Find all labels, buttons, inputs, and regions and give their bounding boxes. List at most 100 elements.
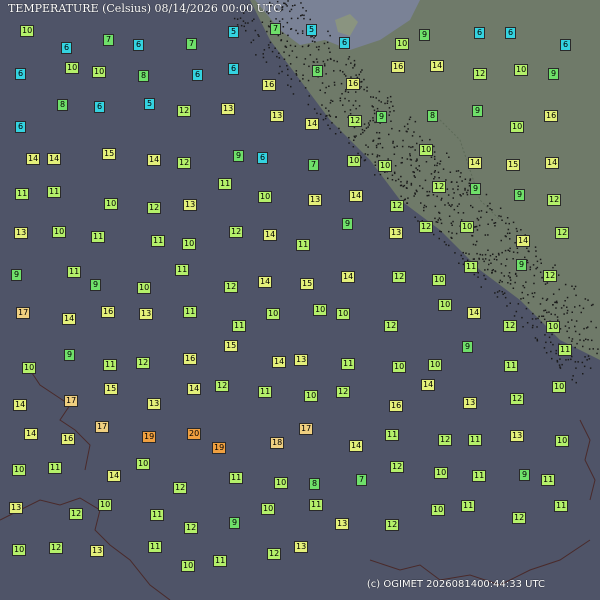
stipple-dot xyxy=(504,249,507,252)
stipple-dot xyxy=(575,367,577,369)
stipple-dot xyxy=(342,104,344,106)
stipple-dot xyxy=(266,30,268,33)
stipple-dot xyxy=(488,263,490,266)
station-temperature: 10 xyxy=(98,499,113,511)
station-temperature: 11 xyxy=(258,386,273,398)
stipple-dot xyxy=(590,320,592,323)
stipple-dot xyxy=(552,343,554,346)
stipple-dot xyxy=(292,93,295,95)
stipple-dot xyxy=(415,167,417,169)
stipple-dot xyxy=(286,40,288,42)
station-temperature: 9 xyxy=(519,469,530,481)
stipple-dot xyxy=(544,309,547,311)
stipple-dot xyxy=(281,32,284,34)
stipple-dot xyxy=(469,179,471,182)
stipple-dot xyxy=(363,129,366,132)
station-temperature: 14 xyxy=(24,428,39,440)
stipple-dot xyxy=(446,188,449,190)
stipple-dot xyxy=(236,18,239,20)
stipple-dot xyxy=(294,4,296,6)
stipple-dot xyxy=(546,282,549,284)
stipple-dot xyxy=(392,142,394,144)
station-temperature: 16 xyxy=(544,110,559,122)
stipple-dot xyxy=(520,298,522,300)
station-temperature: 10 xyxy=(22,362,37,374)
stipple-dot xyxy=(319,89,321,91)
stipple-dot xyxy=(543,309,545,312)
stipple-dot xyxy=(242,20,245,22)
stipple-dot xyxy=(289,10,291,13)
stipple-dot xyxy=(483,260,485,263)
stipple-dot xyxy=(559,367,562,369)
stipple-dot xyxy=(370,96,372,98)
stipple-dot xyxy=(491,272,493,274)
stipple-dot xyxy=(489,202,491,205)
stipple-dot xyxy=(464,189,466,191)
stipple-dot xyxy=(590,304,593,307)
stipple-dot xyxy=(564,283,567,286)
station-temperature: 6 xyxy=(474,27,485,39)
stipple-dot xyxy=(254,29,257,32)
stipple-dot xyxy=(310,36,312,38)
station-temperature: 14 xyxy=(26,153,41,165)
stipple-dot xyxy=(290,85,292,88)
stipple-dot xyxy=(379,142,381,145)
station-temperature: 7 xyxy=(103,34,114,46)
stipple-dot xyxy=(289,63,292,65)
station-temperature: 10 xyxy=(438,299,453,311)
stipple-dot xyxy=(450,205,452,208)
station-temperature: 17 xyxy=(64,395,79,407)
stipple-dot xyxy=(577,361,579,363)
stipple-dot xyxy=(392,140,394,143)
stipple-dot xyxy=(433,151,436,153)
stipple-dot xyxy=(494,292,496,294)
stipple-dot xyxy=(321,82,324,84)
station-temperature: 10 xyxy=(12,464,27,476)
stipple-dot xyxy=(509,283,512,285)
stipple-dot xyxy=(583,365,586,368)
stipple-dot xyxy=(328,47,330,50)
station-temperature: 5 xyxy=(306,24,317,36)
stipple-dot xyxy=(515,227,518,230)
stipple-dot xyxy=(563,313,565,315)
stipple-dot xyxy=(494,222,497,224)
station-temperature: 12 xyxy=(173,482,188,494)
stipple-dot xyxy=(348,56,351,58)
stipple-dot xyxy=(419,135,421,138)
stipple-dot xyxy=(451,224,453,226)
stipple-dot xyxy=(401,145,404,148)
station-temperature: 5 xyxy=(228,26,239,38)
stipple-dot xyxy=(454,252,456,254)
stipple-dot xyxy=(526,247,528,249)
station-temperature: 9 xyxy=(229,517,240,529)
station-temperature: 10 xyxy=(313,304,328,316)
stipple-dot xyxy=(409,158,412,161)
stipple-dot xyxy=(433,171,436,173)
stipple-dot xyxy=(458,262,460,264)
station-temperature: 10 xyxy=(514,64,529,76)
stipple-dot xyxy=(377,137,380,140)
stipple-dot xyxy=(584,298,587,300)
stipple-dot xyxy=(487,234,489,236)
station-temperature: 14 xyxy=(62,313,77,325)
station-temperature: 12 xyxy=(503,320,518,332)
stipple-dot xyxy=(314,41,316,43)
stipple-dot xyxy=(325,107,327,109)
stipple-dot xyxy=(498,254,500,256)
station-temperature: 11 xyxy=(213,555,228,567)
stipple-dot xyxy=(375,97,377,99)
station-temperature: 6 xyxy=(15,121,26,133)
stipple-dot xyxy=(299,80,301,82)
stipple-dot xyxy=(485,193,488,196)
station-temperature: 14 xyxy=(272,356,287,368)
stipple-dot xyxy=(556,316,559,318)
stipple-dot xyxy=(478,210,480,213)
stipple-dot xyxy=(493,222,495,224)
stipple-dot xyxy=(416,158,418,160)
station-temperature: 11 xyxy=(309,499,324,511)
station-temperature: 19 xyxy=(142,431,157,443)
stipple-dot xyxy=(442,168,445,170)
stipple-dot xyxy=(580,311,582,314)
station-temperature: 10 xyxy=(258,191,273,203)
station-temperature: 15 xyxy=(506,159,521,171)
